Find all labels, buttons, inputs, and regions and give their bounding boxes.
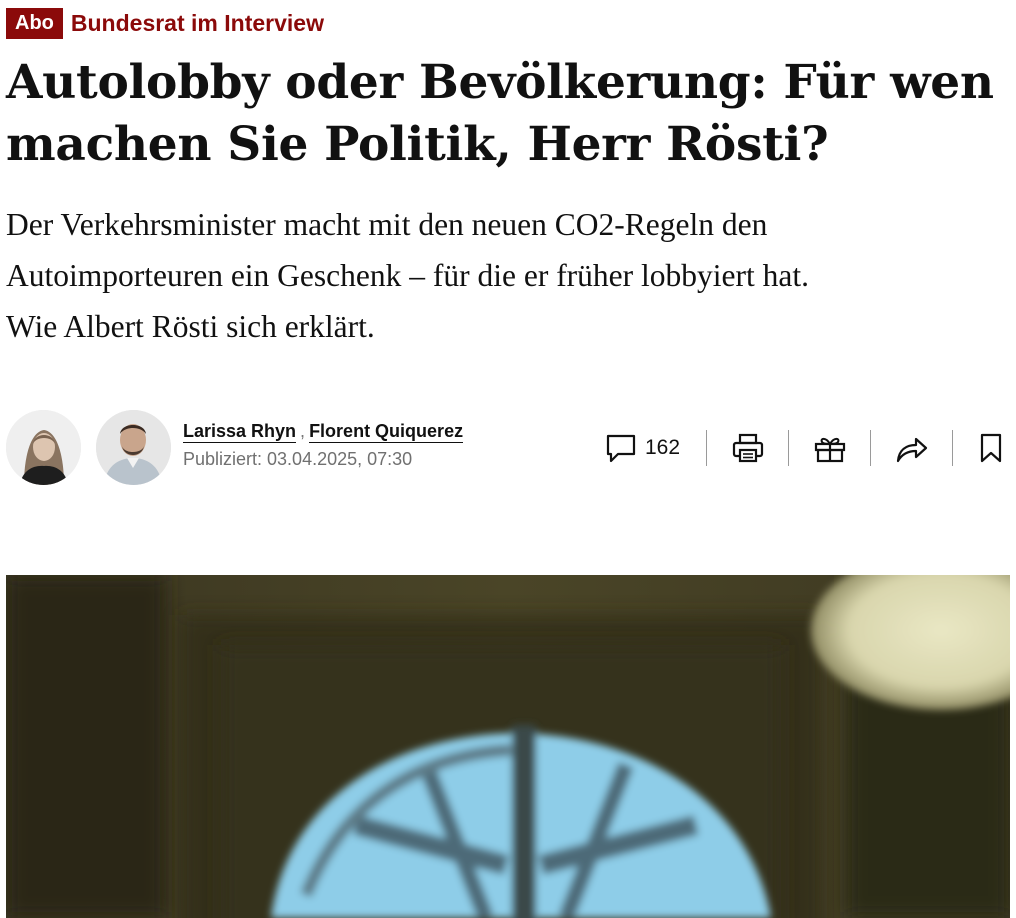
gift-icon (814, 433, 846, 463)
print-icon (732, 433, 764, 463)
abo-badge: Abo (6, 7, 63, 39)
headline-line-1: Autolobby oder Bevölkerung: Für wen (6, 55, 994, 110)
author-info: Larissa Rhyn, Florent Quiquerez Publizier… (183, 418, 464, 472)
article-topline: Abo Bundesrat im Interview (6, 7, 324, 39)
comments-button[interactable]: 162 (606, 428, 706, 468)
author-avatar-1[interactable] (6, 410, 81, 485)
bookmark-button[interactable] (953, 428, 1003, 468)
gift-article-button[interactable] (789, 428, 870, 468)
hero-image[interactable] (6, 575, 1010, 918)
kicker[interactable]: Bundesrat im Interview (71, 8, 324, 39)
lead-line-3: Wie Albert Rösti sich erklärt. (6, 309, 375, 344)
publish-date: Publiziert: 03.04.2025, 07:30 (183, 449, 413, 469)
author-names: Larissa Rhyn, Florent Quiquerez (183, 418, 464, 444)
lead-line-1: Der Verkehrsminister macht mit den neuen… (6, 207, 768, 242)
author-link-2[interactable]: Florent Quiquerez (309, 421, 464, 443)
author-separator: , (300, 421, 306, 441)
author-link-1[interactable]: Larissa Rhyn (183, 421, 297, 443)
comment-count: 162 (645, 436, 681, 459)
author-avatar-2[interactable] (96, 410, 171, 485)
article-headline: Autolobby oder Bevölkerung: Für wen mach… (6, 52, 996, 176)
byline: Larissa Rhyn, Florent Quiquerez Publizier… (6, 410, 1010, 486)
print-button[interactable] (707, 428, 788, 468)
bookmark-icon (979, 433, 1003, 463)
comment-icon (606, 433, 636, 463)
article-toolbar: 162 (606, 428, 1003, 468)
lead-line-2: Autoimporteuren ein Geschenk – für die e… (6, 258, 809, 293)
share-icon (895, 433, 929, 463)
article-lead: Der Verkehrsminister macht mit den neuen… (6, 199, 996, 352)
share-button[interactable] (871, 428, 952, 468)
headline-line-2: machen Sie Politik, Herr Rösti? (6, 117, 829, 172)
